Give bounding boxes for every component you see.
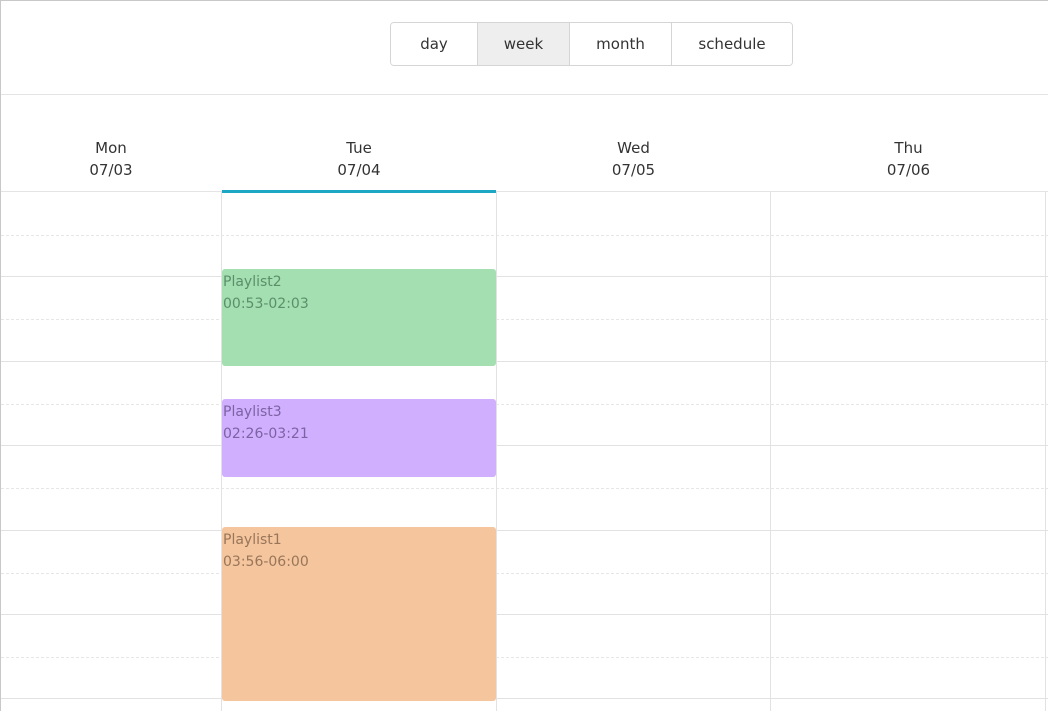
- event-title: Playlist3: [223, 404, 282, 420]
- event-title: Playlist1: [223, 532, 282, 548]
- view-switcher: day week month schedule: [390, 22, 793, 66]
- day-header-date: 07/04: [337, 161, 381, 179]
- event-time: 00:53-02:03: [223, 296, 309, 312]
- day-header-date: 07/05: [611, 161, 656, 179]
- day-header-weekday: Tue: [346, 139, 372, 157]
- event-playlist1[interactable]: Playlist1 03:56-06:00: [222, 527, 496, 701]
- day-column-divider: [1045, 192, 1046, 711]
- half-hour-line: [1, 488, 1048, 489]
- day-header-date: 07/03: [89, 161, 133, 179]
- hour-line: [1, 530, 1048, 531]
- day-header-thu[interactable]: Thu 07/06: [771, 137, 1046, 191]
- day-header-weekday: Mon: [95, 139, 127, 157]
- hour-line: [1, 445, 1048, 446]
- hour-line: [1, 614, 1048, 615]
- view-month-button[interactable]: month: [570, 23, 672, 65]
- event-playlist2[interactable]: Playlist2 00:53-02:03: [222, 269, 496, 366]
- day-header-tue[interactable]: Tue 07/04: [222, 137, 496, 191]
- hour-line: [1, 276, 1048, 277]
- day-header-mon[interactable]: Mon 07/03: [1, 137, 221, 191]
- view-day-button[interactable]: day: [391, 23, 478, 65]
- day-column-divider: [770, 192, 771, 711]
- event-playlist3[interactable]: Playlist3 02:26-03:21: [222, 399, 496, 477]
- hour-line: [1, 361, 1048, 362]
- day-header-date: 07/06: [886, 161, 931, 179]
- day-header-wed[interactable]: Wed 07/05: [497, 137, 770, 191]
- day-header-weekday: Thu: [894, 139, 923, 157]
- view-schedule-button[interactable]: schedule: [672, 23, 792, 65]
- day-header-weekday: Wed: [617, 139, 650, 157]
- calendar-frame: day week month schedule Mon 07/03 Tue 07…: [0, 0, 1048, 711]
- event-title: Playlist2: [223, 274, 282, 290]
- hour-line: [1, 698, 1048, 699]
- view-week-button[interactable]: week: [478, 23, 570, 65]
- half-hour-line: [1, 573, 1048, 574]
- time-grid[interactable]: [1, 192, 1048, 711]
- half-hour-line: [1, 319, 1048, 320]
- day-column-divider: [496, 192, 497, 711]
- half-hour-line: [1, 404, 1048, 405]
- event-time: 02:26-03:21: [223, 426, 309, 442]
- toolbar-divider: [1, 94, 1048, 95]
- half-hour-line: [1, 235, 1048, 236]
- half-hour-line: [1, 657, 1048, 658]
- event-time: 03:56-06:00: [223, 554, 309, 570]
